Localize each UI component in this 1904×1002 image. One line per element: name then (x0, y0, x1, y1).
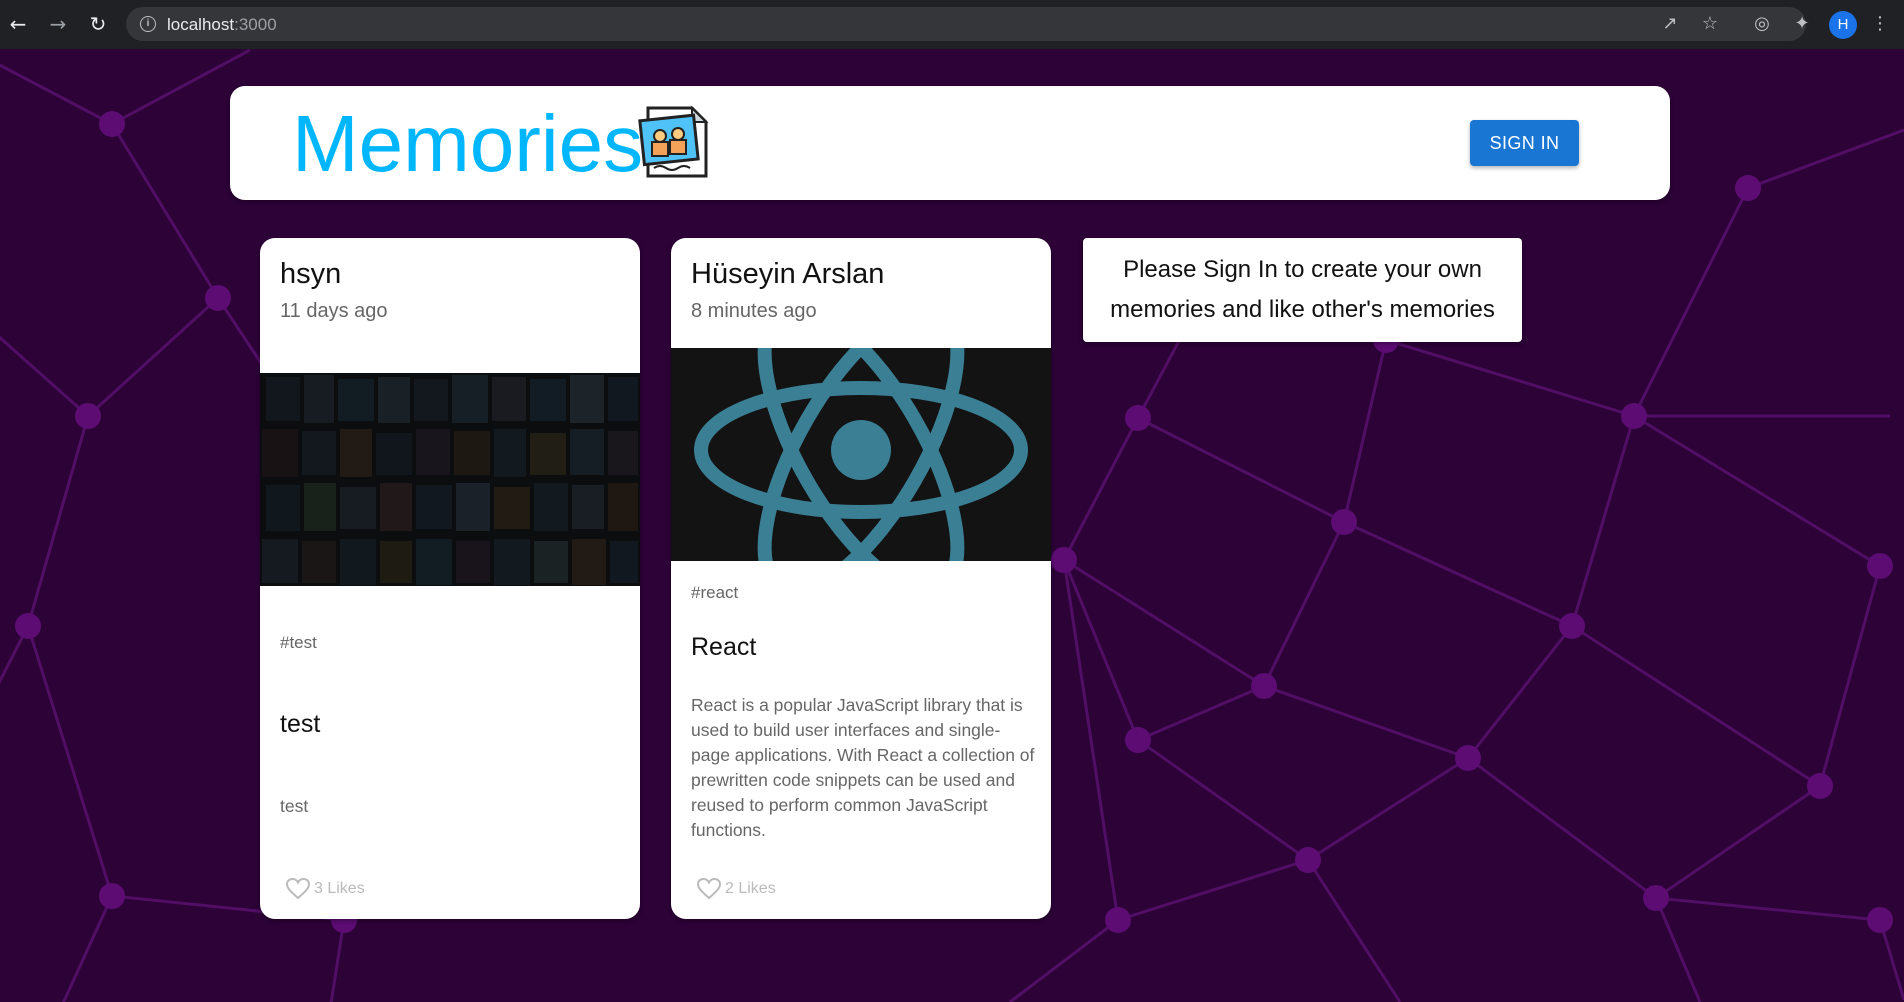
post-message: test (280, 796, 309, 816)
memories-photo-icon (638, 105, 709, 178)
post-tags: #react (691, 583, 739, 602)
post-tags: #test (280, 633, 317, 652)
url-text: localhost:3000 (167, 15, 277, 35)
url-port: :3000 (234, 15, 277, 34)
post-card[interactable]: hsyn 11 days ago #test test test 3 Likes (260, 238, 640, 919)
post-card[interactable]: Hüseyin Arslan 8 minutes ago #react Reac… (671, 238, 1051, 919)
sign-in-button[interactable]: SIGN IN (1470, 120, 1579, 166)
post-message: React is a popular JavaScript library th… (691, 695, 1035, 840)
url-host: localhost (167, 15, 235, 34)
share-icon[interactable]: ↗ (1656, 10, 1684, 38)
browser-toolbar: ← → ↻ i localhost:3000 ↗ ☆ ◎ ✦ H ⋮ (0, 0, 1904, 49)
heart-outline-icon (697, 878, 721, 900)
extension-target-icon[interactable]: ◎ (1748, 10, 1776, 38)
post-title: test (280, 710, 321, 738)
post-author: Hüseyin Arslan (691, 258, 885, 290)
profile-avatar[interactable]: H (1829, 11, 1857, 39)
like-count: 2 Likes (725, 880, 776, 897)
post-title: React (691, 633, 757, 661)
brand-title[interactable]: Memories (292, 100, 643, 188)
sign-in-notice: Please Sign In to create your own memori… (1083, 238, 1522, 342)
extensions-puzzle-icon[interactable]: ✦ (1788, 10, 1816, 38)
post-image (260, 373, 640, 586)
like-count: 3 Likes (314, 880, 365, 897)
post-time: 11 days ago (280, 300, 388, 322)
heart-outline-icon (286, 878, 310, 900)
forward-icon[interactable]: → (44, 10, 72, 38)
reload-icon[interactable]: ↻ (84, 10, 112, 38)
site-info-icon[interactable]: i (140, 16, 156, 32)
post-author: hsyn (280, 258, 342, 290)
bookmark-star-icon[interactable]: ☆ (1696, 10, 1724, 38)
address-bar[interactable]: i localhost:3000 ↗ ☆ (126, 7, 1806, 41)
browser-menu-icon[interactable]: ⋮ (1866, 10, 1894, 38)
app-bar: Memories SIGN IN (230, 86, 1670, 200)
like-button[interactable]: 2 Likes (697, 878, 776, 900)
post-time: 8 minutes ago (691, 300, 817, 322)
react-logo-icon (671, 348, 1051, 561)
like-button[interactable]: 3 Likes (286, 878, 365, 900)
back-icon[interactable]: ← (4, 10, 32, 38)
post-image (671, 348, 1051, 561)
